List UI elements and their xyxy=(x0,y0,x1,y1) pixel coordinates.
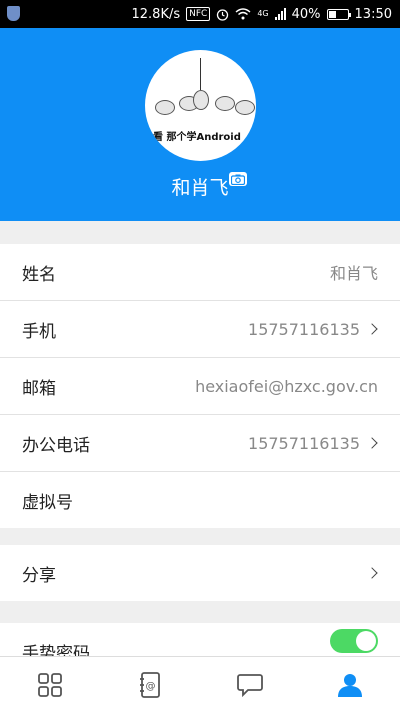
avatar-face-right xyxy=(235,100,255,115)
tab-bar: @ xyxy=(0,656,400,712)
office-phone-value: 15757116135 xyxy=(248,433,360,453)
phone-value: 15757116135 xyxy=(248,319,360,339)
tab-home[interactable] xyxy=(0,657,100,712)
profile-header: 看 那个学Android 了 和肖飞 xyxy=(0,28,400,221)
chevron-right-icon xyxy=(366,323,378,335)
avatar-caption-2: 了 xyxy=(153,146,163,157)
share-section: 分享 xyxy=(0,545,400,601)
clock: 13:50 xyxy=(354,6,392,22)
shield-icon xyxy=(7,6,20,21)
avatar[interactable]: 看 那个学Android 了 xyxy=(145,50,256,161)
email-row: 邮箱 hexiaofei@hzxc.gov.cn xyxy=(0,358,400,415)
grid-icon xyxy=(38,672,62,697)
profile-name: 和肖飞 xyxy=(171,177,229,199)
wifi-icon xyxy=(235,8,251,20)
virtual-number-label: 虚拟号 xyxy=(22,492,73,513)
battery-icon xyxy=(326,8,351,20)
chevron-right-icon xyxy=(366,437,378,449)
name-label: 姓名 xyxy=(22,264,56,285)
nfc-badge: NFC xyxy=(186,7,211,21)
share-row[interactable]: 分享 xyxy=(0,545,400,601)
network-type: 4G xyxy=(257,9,269,18)
chat-icon xyxy=(237,673,263,697)
network-speed: 12.8K/s xyxy=(131,6,181,22)
name-row: 姓名 和肖飞 xyxy=(0,244,400,301)
avatar-face-center xyxy=(193,90,209,110)
status-bar: 12.8K/s NFC 4G 40% 13:50 xyxy=(0,0,400,28)
virtual-number-row: 虚拟号 xyxy=(0,472,400,528)
avatar-face-left xyxy=(155,100,175,115)
email-label: 邮箱 xyxy=(22,378,56,399)
phone-label: 手机 xyxy=(22,321,56,342)
alarm-icon xyxy=(217,8,229,21)
name-value: 和肖飞 xyxy=(329,264,378,283)
share-label: 分享 xyxy=(22,565,56,586)
contacts-icon: @ xyxy=(140,671,160,698)
gesture-toggle[interactable] xyxy=(330,629,378,653)
signal-icon xyxy=(274,8,286,20)
battery-percent: 40% xyxy=(291,6,321,22)
tab-contacts[interactable]: @ xyxy=(100,657,200,712)
svg-text:@: @ xyxy=(146,681,156,692)
chevron-right-icon xyxy=(366,567,378,579)
avatar-rope xyxy=(200,58,201,90)
info-section: 姓名 和肖飞 手机 15757116135 邮箱 hexiaofei@hzxc.… xyxy=(0,244,400,528)
tab-messages[interactable] xyxy=(200,657,300,712)
phone-row[interactable]: 手机 15757116135 xyxy=(0,301,400,358)
person-icon xyxy=(338,673,362,697)
office-phone-label: 办公电话 xyxy=(22,435,90,456)
avatar-caption-1: 看 那个学Android xyxy=(153,132,241,143)
office-phone-row[interactable]: 办公电话 15757116135 xyxy=(0,415,400,472)
avatar-face-mid-right xyxy=(215,96,235,111)
tab-profile[interactable] xyxy=(300,657,400,712)
email-value: hexiaofei@hzxc.gov.cn xyxy=(195,376,378,396)
